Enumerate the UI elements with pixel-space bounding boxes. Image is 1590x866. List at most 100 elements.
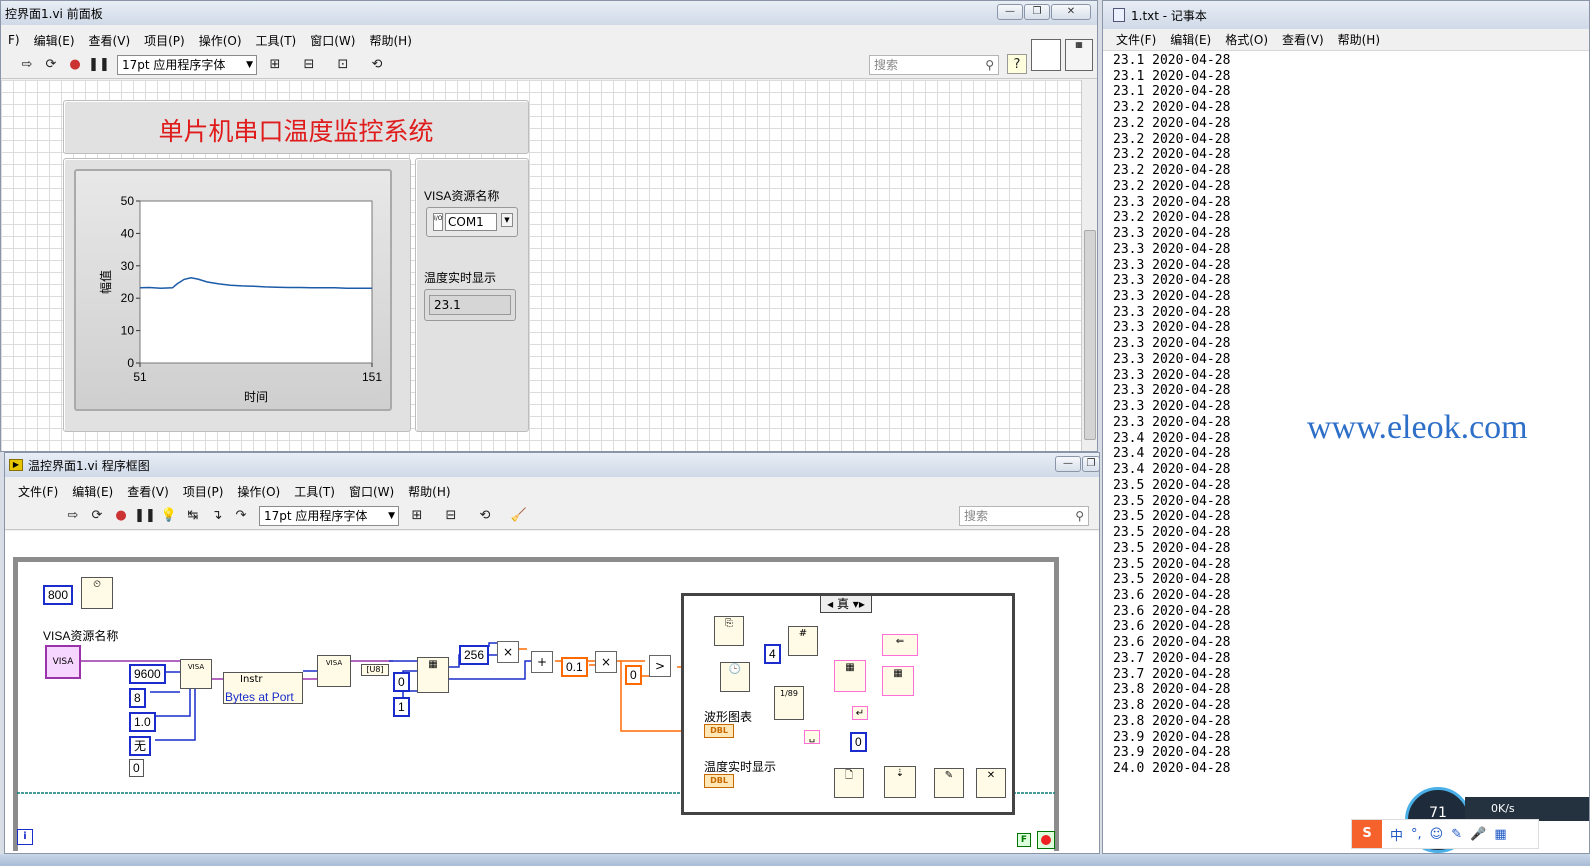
- front-panel-titlebar[interactable]: 控界面1.vi 前面板: [1, 1, 1097, 25]
- chart-dbl-terminal[interactable]: DBL: [704, 724, 734, 738]
- stop-terminal[interactable]: [1037, 831, 1055, 849]
- front-panel-menu-item[interactable]: 项目(P): [137, 32, 192, 49]
- multiply-icon[interactable]: ×: [497, 641, 519, 663]
- bd-font-select[interactable]: 17pt 应用程序字体 ▼: [259, 505, 399, 526]
- ime-toolbar[interactable]: S 中 °, ☺ ✎ 🎤 ▦: [1351, 819, 1539, 849]
- scrollbar-thumb[interactable]: [1084, 230, 1096, 440]
- bd-reorder-icon[interactable]: ⟲: [475, 506, 495, 526]
- retain-wire-icon[interactable]: ↹: [183, 506, 203, 526]
- timestamp-node[interactable]: 🕒: [720, 662, 750, 692]
- block-diagram-menu-item[interactable]: 工具(T): [287, 483, 342, 500]
- end-of-line-node[interactable]: ␣: [804, 730, 820, 744]
- visa-terminal[interactable]: VISA: [45, 645, 81, 679]
- block-diagram-menu-item[interactable]: 文件(F): [11, 483, 65, 500]
- step-into-icon[interactable]: ↴: [207, 506, 227, 526]
- front-panel-menu-item[interactable]: 帮助(H): [362, 32, 418, 49]
- set-file-position-node[interactable]: ⇣: [884, 766, 916, 798]
- visa-resource-control[interactable]: I/O COM1 ▼: [426, 207, 518, 237]
- close-button[interactable]: ✕: [1051, 4, 1091, 20]
- visa-dropdown-button[interactable]: ▼: [501, 213, 513, 227]
- notepad-text-area[interactable]: 23.1 2020-04-28 23.1 2020-04-28 23.1 2020-…: [1113, 53, 1230, 777]
- index1-constant[interactable]: 1: [393, 697, 410, 717]
- data-bits-constant[interactable]: 8: [129, 688, 146, 708]
- align-icon[interactable]: ⊞: [265, 55, 285, 75]
- cleanup-icon[interactable]: 🧹: [509, 506, 529, 526]
- bd-pause-icon[interactable]: ❚❚: [134, 506, 156, 526]
- parity-constant[interactable]: 无: [129, 736, 152, 756]
- notepad-menu-item[interactable]: 文件(F): [1109, 31, 1163, 48]
- help-icon[interactable]: ?: [1007, 54, 1027, 74]
- notepad-titlebar[interactable]: 1.txt - 记事本: [1103, 1, 1589, 29]
- temp-dbl-terminal[interactable]: DBL: [704, 774, 734, 788]
- block-diagram-menu-item[interactable]: 操作(O): [230, 483, 287, 500]
- enter-node[interactable]: ↵: [852, 706, 868, 720]
- case-selector[interactable]: ◂ 真 ▾▸: [820, 595, 872, 613]
- add-icon[interactable]: +: [531, 651, 553, 673]
- resize-icon[interactable]: ⊡: [333, 55, 353, 75]
- flow-constant[interactable]: 0: [129, 759, 144, 777]
- notepad-menu-item[interactable]: 帮助(H): [1331, 31, 1387, 48]
- index0-constant[interactable]: 0: [393, 672, 410, 692]
- ime-mode[interactable]: 中: [1390, 825, 1403, 844]
- front-panel-menu-item[interactable]: F): [1, 33, 27, 47]
- front-panel-menu-item[interactable]: 窗口(W): [303, 32, 362, 49]
- multiplier-constant[interactable]: 256: [459, 645, 490, 665]
- bd-minimize-button[interactable]: —: [1055, 456, 1081, 472]
- search-icon[interactable]: ⚲: [985, 56, 994, 74]
- block-diagram-menu-item[interactable]: 编辑(E): [65, 483, 120, 500]
- bd-search-input[interactable]: 搜索 ⚲: [959, 506, 1089, 526]
- block-diagram-menu-item[interactable]: 帮助(H): [401, 483, 457, 500]
- block-diagram-menu-item[interactable]: 查看(V): [120, 483, 176, 500]
- run-continuously-icon[interactable]: ⟳: [41, 55, 61, 75]
- toolbox-icon[interactable]: ▦: [1494, 827, 1506, 842]
- font-select[interactable]: 17pt 应用程序字体 ▼: [117, 54, 257, 75]
- notepad-menu-item[interactable]: 格式(O): [1218, 31, 1275, 48]
- loop-condition-terminal[interactable]: F: [1017, 833, 1031, 847]
- bd-align-icon[interactable]: ⊞: [407, 506, 427, 526]
- open-file-node[interactable]: 🗋: [834, 768, 864, 798]
- scale-constant[interactable]: 0.1: [561, 657, 588, 677]
- front-panel-menu-item[interactable]: 查看(V): [82, 32, 138, 49]
- close-file-node[interactable]: ✕: [976, 768, 1006, 798]
- greater-than-icon[interactable]: >: [649, 655, 671, 677]
- front-panel-menu-item[interactable]: 编辑(E): [27, 32, 82, 49]
- bd-distribute-icon[interactable]: ⊟: [441, 506, 461, 526]
- block-diagram-menu-item[interactable]: 窗口(W): [342, 483, 401, 500]
- reorder-icon[interactable]: ⟲: [367, 55, 387, 75]
- punctuation-icon[interactable]: °,: [1411, 827, 1422, 842]
- block-diagram-titlebar[interactable]: ▶ 温控界面1.vi 程序框图: [5, 453, 1099, 477]
- minimize-button[interactable]: —: [997, 4, 1023, 20]
- concat2-node[interactable]: ▦: [882, 666, 914, 696]
- multiply2-icon[interactable]: ×: [595, 651, 617, 673]
- emoji-icon[interactable]: ☺: [1430, 827, 1444, 842]
- build-path-node[interactable]: ⇐: [882, 634, 918, 656]
- notepad-menu-item[interactable]: 编辑(E): [1163, 31, 1218, 48]
- index-array-node[interactable]: ▦: [417, 657, 449, 693]
- notepad-menu-item[interactable]: 查看(V): [1275, 31, 1331, 48]
- bd-search-icon[interactable]: ⚲: [1075, 507, 1084, 525]
- stop-bits-constant[interactable]: 1.0: [129, 712, 156, 732]
- bd-abort-icon[interactable]: ●: [111, 506, 131, 526]
- bd-maximize-button[interactable]: ❐: [1082, 456, 1099, 472]
- concat-string-node[interactable]: ▦: [834, 660, 866, 692]
- byte-array-node[interactable]: [U8]: [361, 664, 389, 676]
- visa-configure-node[interactable]: VISA: [180, 659, 212, 689]
- wait-ms-constant[interactable]: 800: [43, 585, 74, 605]
- distribute-icon[interactable]: ⊟: [299, 55, 319, 75]
- pause-icon[interactable]: ❚❚: [88, 55, 110, 75]
- baud-constant[interactable]: 9600: [129, 664, 166, 684]
- zero2-constant[interactable]: 0: [850, 732, 867, 752]
- date-format-node[interactable]: 1/89: [774, 686, 804, 720]
- front-panel-menu-item[interactable]: 工具(T): [249, 32, 304, 49]
- block-diagram-menu-item[interactable]: 项目(P): [176, 483, 231, 500]
- search-input[interactable]: 搜索 ⚲: [869, 55, 999, 75]
- maximize-button[interactable]: ❐: [1024, 4, 1050, 20]
- mic-icon[interactable]: 🎤: [1470, 827, 1486, 842]
- zero-constant[interactable]: 0: [625, 665, 642, 685]
- highlight-execution-icon[interactable]: 💡: [159, 506, 179, 526]
- abort-icon[interactable]: ●: [65, 55, 85, 75]
- front-panel-menu-item[interactable]: 操作(O): [192, 32, 249, 49]
- step-over-icon[interactable]: ↷: [231, 506, 251, 526]
- taskbar[interactable]: [0, 854, 1590, 866]
- precision-constant[interactable]: 4: [764, 644, 781, 664]
